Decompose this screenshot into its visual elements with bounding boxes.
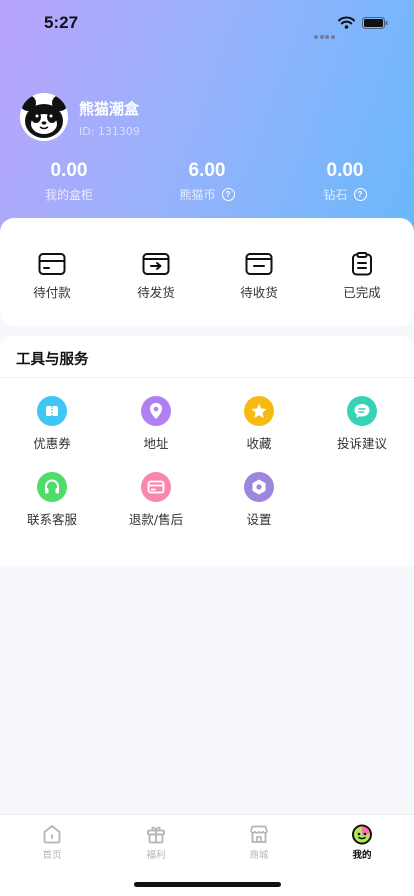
stat-value: 0.00 <box>50 160 88 181</box>
tool-label: 投诉建议 <box>336 436 387 451</box>
help-icon[interactable]: ? <box>221 188 235 201</box>
tool-label: 设置 <box>246 512 272 527</box>
location-icon <box>141 396 171 426</box>
star-icon <box>244 396 274 426</box>
shipping-icon <box>142 253 170 275</box>
feedback-icon <box>347 396 377 426</box>
coupon-icon <box>37 396 67 426</box>
store-icon <box>250 825 268 843</box>
tool-label: 联系客服 <box>26 512 77 527</box>
order-label: 待收货 <box>240 285 278 300</box>
tool-address[interactable]: 地址 <box>104 396 208 452</box>
tab-label: 商城 <box>249 850 269 861</box>
tab-welfare[interactable]: 福利 <box>104 823 208 861</box>
stat-label: 熊猫币 <box>179 188 216 202</box>
profile-face-icon <box>352 824 372 845</box>
stat-box-cabinet[interactable]: 0.00 我的盒柜 <box>0 160 138 203</box>
tool-favorites[interactable]: 收藏 <box>207 396 311 452</box>
tool-label: 优惠券 <box>33 436 71 451</box>
help-icon[interactable]: ? <box>353 188 367 201</box>
tools-card: 工具与服务 优惠券 地址 收藏 投诉建议 联系客服 退款/售后 设置 <box>0 336 414 566</box>
home-icon <box>43 825 61 844</box>
stat-value: 0.00 <box>326 160 364 181</box>
tab-store[interactable]: 商城 <box>207 823 311 861</box>
tab-mine[interactable]: 我的 <box>310 823 414 861</box>
tool-label: 退款/售后 <box>128 512 184 527</box>
home-indicator <box>134 882 281 887</box>
gift-icon <box>147 826 165 844</box>
stat-label: 钻石 <box>323 188 348 202</box>
order-label: 待付款 <box>33 285 71 300</box>
tool-feedback[interactable]: 投诉建议 <box>310 396 414 452</box>
user-name: 熊猫潮盒 <box>79 101 140 118</box>
stat-panda-coin[interactable]: 6.00 熊猫币? <box>138 160 276 203</box>
tab-label: 福利 <box>146 850 166 861</box>
status-bar: 5:27 <box>0 0 414 46</box>
order-completed[interactable]: 已完成 <box>310 252 414 301</box>
tool-coupon[interactable]: 优惠券 <box>0 396 104 452</box>
card-icon <box>38 253 66 275</box>
stat-value: 6.00 <box>188 160 226 181</box>
wifi-icon <box>338 16 355 29</box>
battery-icon <box>362 17 388 29</box>
clipboard-icon <box>352 252 372 276</box>
tools-section-title: 工具与服务 <box>16 352 89 368</box>
order-label: 已完成 <box>343 285 381 300</box>
divider <box>0 377 414 378</box>
tool-refund[interactable]: 退款/售后 <box>104 472 208 528</box>
order-pending-shipment[interactable]: 待发货 <box>104 252 208 301</box>
tab-label: 首页 <box>42 850 62 861</box>
tab-label: 我的 <box>352 850 372 861</box>
tool-label: 收藏 <box>246 436 272 451</box>
order-label: 待发货 <box>137 285 175 300</box>
user-id: ID: 131309 <box>79 125 140 138</box>
wallet-icon <box>245 253 273 275</box>
status-time: 5:27 <box>44 13 79 32</box>
tool-label: 地址 <box>143 436 169 451</box>
avatar[interactable] <box>20 93 68 141</box>
headset-icon <box>37 472 67 502</box>
panda-avatar-icon <box>20 93 68 141</box>
stat-label: 我的盒柜 <box>44 188 93 202</box>
order-pending-payment[interactable]: 待付款 <box>0 252 104 301</box>
order-pending-receipt[interactable]: 待收货 <box>207 252 311 301</box>
order-status-card: 待付款 待发货 待收货 已完成 <box>0 218 414 326</box>
stat-diamond[interactable]: 0.00 钻石? <box>276 160 414 203</box>
settings-icon <box>244 472 274 502</box>
tab-home[interactable]: 首页 <box>0 823 104 861</box>
tool-customer-service[interactable]: 联系客服 <box>0 472 104 528</box>
refund-card-icon <box>141 472 171 502</box>
tool-settings[interactable]: 设置 <box>207 472 311 528</box>
signal-dots-icon <box>314 24 336 43</box>
